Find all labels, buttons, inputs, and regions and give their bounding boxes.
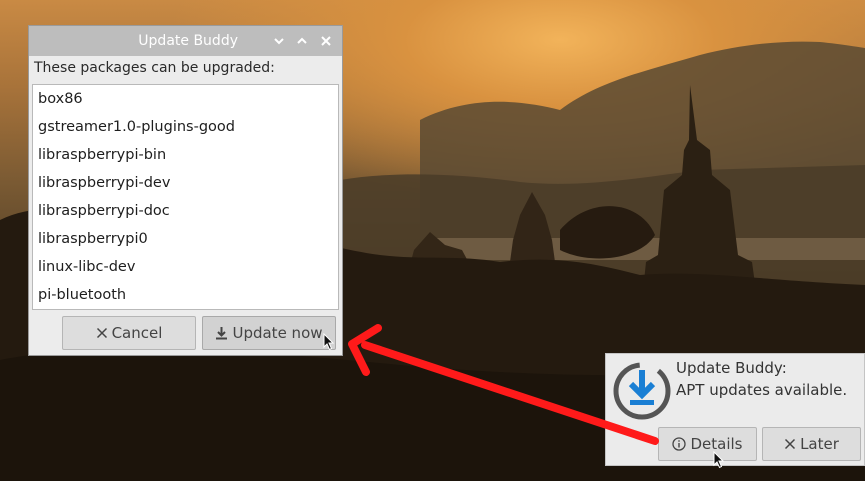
list-item[interactable]: libraspberrypi-dev (33, 169, 338, 197)
dialog-title: Update Buddy (138, 33, 238, 49)
details-button[interactable]: Details (658, 427, 757, 461)
cancel-button-label: Cancel (111, 324, 163, 342)
later-button[interactable]: Later (762, 427, 861, 461)
close-icon (785, 438, 796, 450)
list-item[interactable]: box86 (33, 85, 338, 113)
notification-message: APT updates available. (676, 381, 848, 399)
update-notification: Update Buddy: APT updates available. Det… (605, 353, 865, 466)
list-item[interactable]: pi-bluetooth (33, 281, 338, 309)
mouse-cursor-icon (713, 451, 725, 469)
minimize-button[interactable] (269, 31, 289, 51)
info-icon (672, 437, 687, 451)
chevron-up-icon (297, 37, 307, 44)
update-buddy-logo-icon (613, 362, 671, 420)
close-icon (96, 327, 107, 339)
update-now-button[interactable]: Update now (202, 316, 336, 350)
list-item[interactable]: libraspberrypi-bin (33, 141, 338, 169)
mouse-cursor-icon (323, 333, 335, 351)
download-icon (216, 327, 228, 340)
list-item[interactable]: gstreamer1.0-plugins-good (33, 113, 338, 141)
close-icon (321, 36, 331, 46)
chevron-down-icon (274, 38, 284, 45)
close-window-button[interactable] (316, 31, 336, 51)
cancel-button[interactable]: Cancel (62, 316, 196, 350)
list-item[interactable]: libraspberrypi0 (33, 225, 338, 253)
update-buddy-dialog: Update Buddy These packages can be upgra… (28, 25, 343, 356)
list-item[interactable]: linux-libc-dev (33, 253, 338, 281)
maximize-button[interactable] (292, 31, 312, 51)
package-list[interactable]: box86 gstreamer1.0-plugins-good libraspb… (32, 84, 339, 310)
list-item[interactable]: libraspberrypi-doc (33, 197, 338, 225)
later-button-label: Later (800, 435, 839, 453)
packages-label: These packages can be upgraded: (34, 60, 275, 76)
notification-title: Update Buddy: (676, 359, 787, 377)
update-now-button-label: Update now (232, 324, 323, 342)
dialog-titlebar[interactable]: Update Buddy (29, 26, 342, 56)
